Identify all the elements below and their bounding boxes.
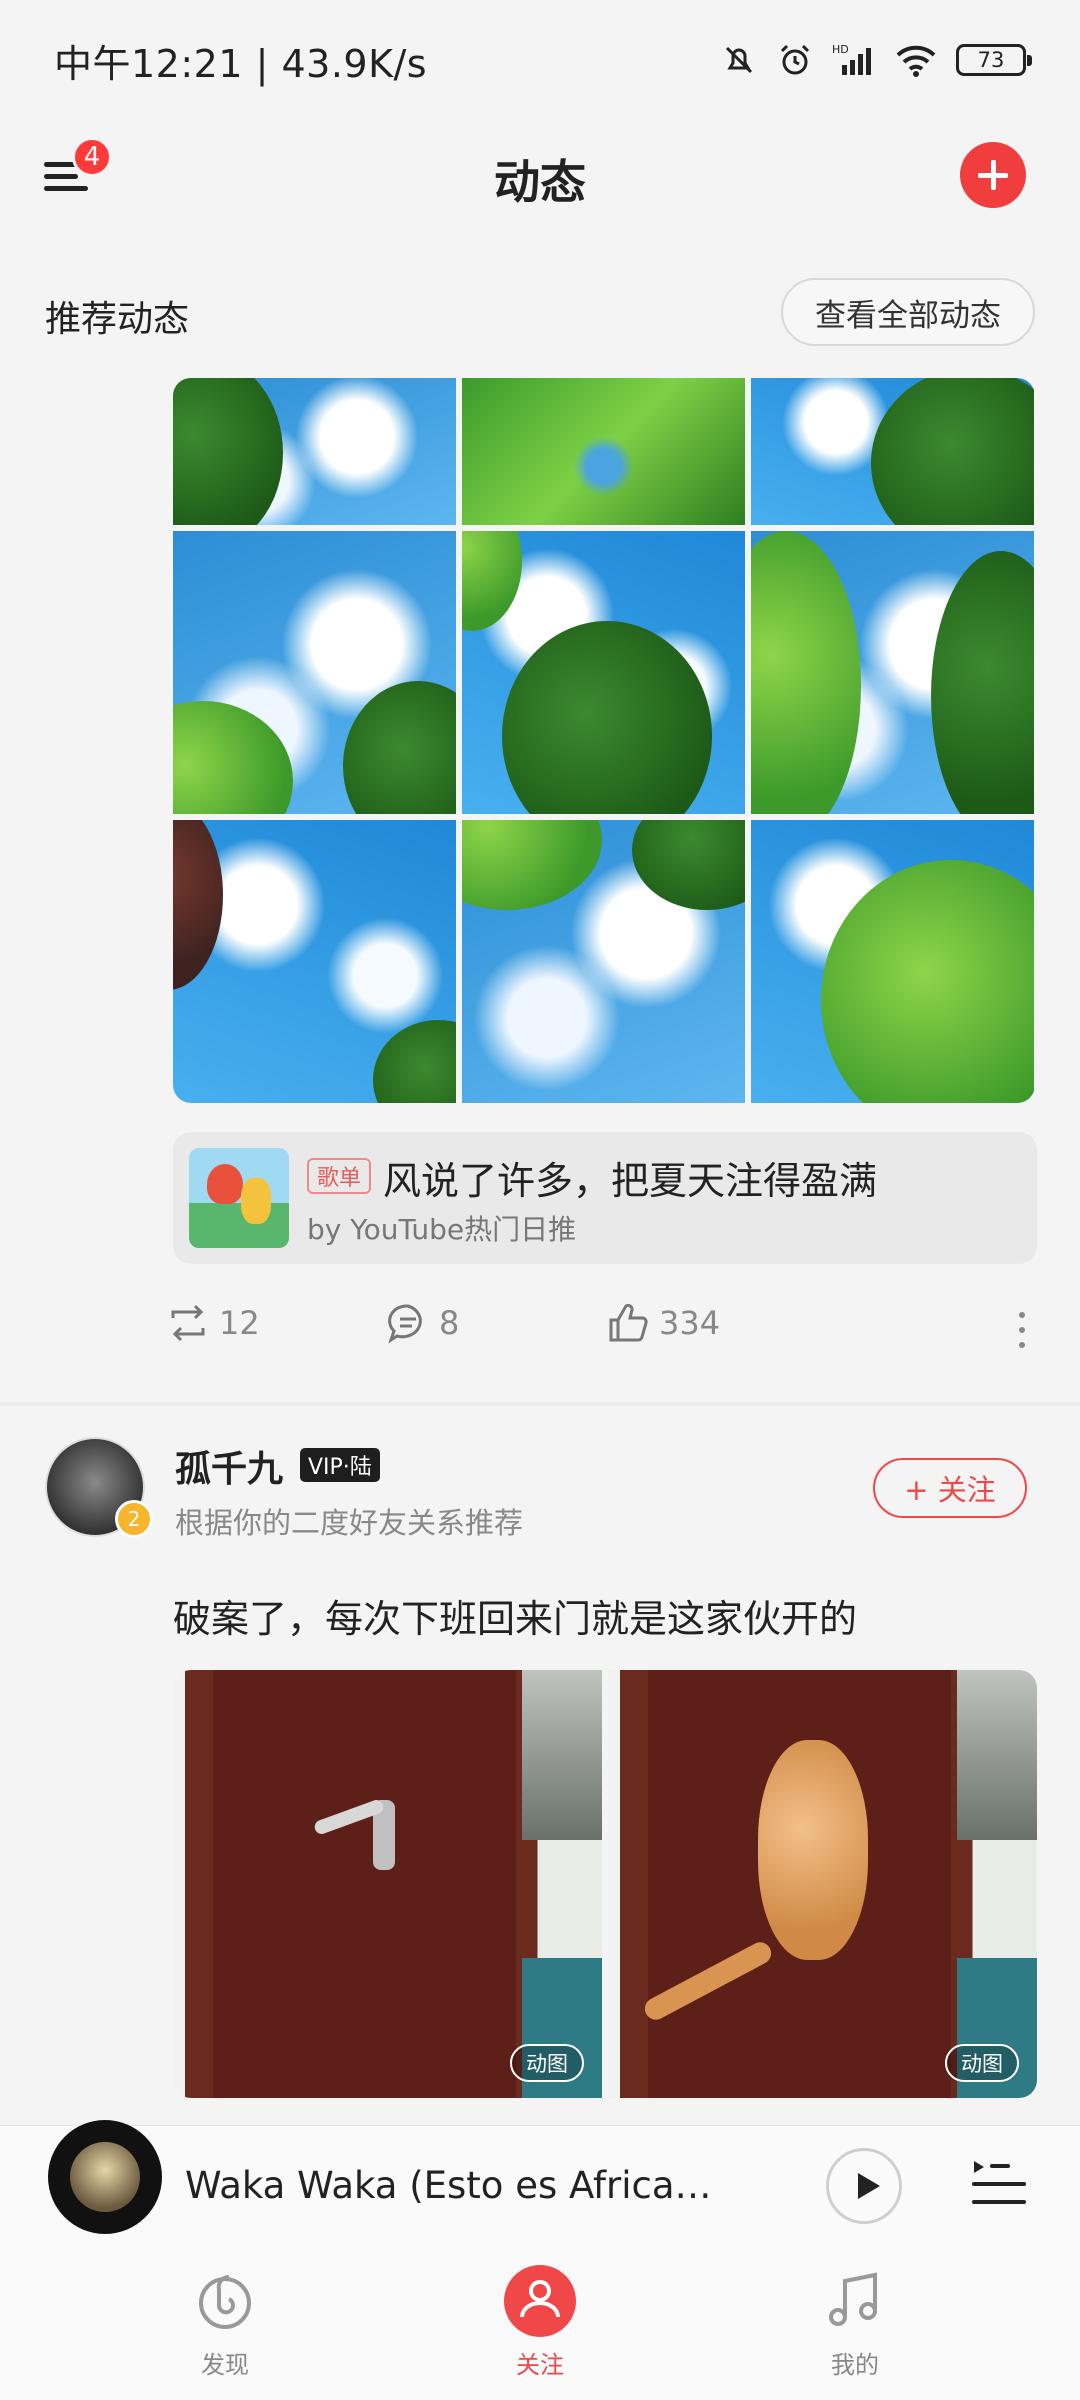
photo-item[interactable] — [462, 531, 745, 814]
photo-item[interactable] — [173, 820, 456, 1103]
album-disc[interactable] — [48, 2120, 162, 2234]
tree-shape — [821, 860, 1034, 1103]
music-note-icon — [819, 2265, 891, 2337]
tree-shape — [173, 378, 283, 525]
username[interactable]: 孤千九 — [175, 1440, 283, 1492]
battery-icon: 73 — [956, 44, 1032, 76]
divider — [0, 1402, 1080, 1406]
playlist-author: by YouTube热门日推 — [307, 1213, 577, 1246]
photo-item[interactable] — [751, 378, 1034, 525]
comment-button[interactable]: 8 — [385, 1300, 459, 1346]
post-actions: 12 8 334 — [165, 1300, 1045, 1370]
section-title: 推荐动态 — [45, 299, 190, 340]
more-icon[interactable] — [1017, 1312, 1027, 1354]
photo-item[interactable] — [173, 531, 456, 814]
status-time: 中午12:21 | 43.9K/s — [54, 41, 428, 86]
cat-tail-shape — [641, 1938, 775, 2024]
photo-item[interactable] — [462, 378, 745, 525]
photo-item[interactable]: 动图 — [608, 1670, 1037, 2098]
add-post-button[interactable] — [960, 142, 1026, 208]
photo-item[interactable] — [173, 378, 456, 525]
playlist-cover — [189, 1148, 289, 1248]
tree-shape — [462, 820, 602, 910]
like-count: 334 — [659, 1304, 721, 1342]
wifi-icon — [896, 45, 936, 77]
follow-icon — [504, 2265, 576, 2337]
photo-item[interactable] — [462, 820, 745, 1103]
gif-badge: 动图 — [510, 2044, 584, 2082]
tree-shape — [373, 1020, 456, 1103]
recommend-reason: 根据你的二度好友关系推荐 — [175, 1506, 524, 1540]
status-icons: HD 73 — [720, 41, 1032, 79]
mini-player[interactable]: Waka Waka (Esto es Africa) (… — [0, 2120, 1080, 2245]
like-button[interactable]: 334 — [605, 1300, 720, 1346]
cover-figure — [207, 1164, 243, 1204]
comment-count: 8 — [439, 1304, 460, 1342]
tree-shape — [931, 551, 1034, 814]
poster-shape — [522, 1670, 602, 1840]
tree-shape — [343, 681, 456, 814]
playlist-title: 风说了许多，把夏天注得盈满 — [383, 1159, 878, 1203]
playlist-icon[interactable] — [972, 2160, 1026, 2208]
repost-icon — [171, 1304, 205, 1342]
repost-button[interactable]: 12 — [165, 1300, 260, 1346]
nav-discover[interactable]: 发现 — [145, 2265, 305, 2380]
bottom-nav: 发现 关注 我的 — [0, 2245, 1080, 2400]
play-button[interactable] — [826, 2148, 902, 2224]
tree-shape — [502, 621, 712, 814]
playlist-card[interactable]: 歌单 风说了许多，把夏天注得盈满 by YouTube热门日推 — [173, 1132, 1037, 1264]
gif-badge: 动图 — [945, 2044, 1019, 2082]
page-title: 动态 — [494, 155, 586, 209]
alarm-icon — [780, 44, 810, 75]
thumbs-up-icon — [609, 1303, 648, 1342]
view-all-button[interactable]: 查看全部动态 — [781, 278, 1035, 346]
tree-shape — [173, 701, 293, 814]
comment-icon — [388, 1304, 422, 1344]
album-art — [70, 2142, 140, 2212]
cover-figure — [241, 1178, 271, 1224]
svg-text:HD: HD — [832, 43, 849, 56]
mute-bell-icon — [725, 46, 753, 74]
nav-label: 关注 — [516, 2351, 564, 2379]
photo-item[interactable]: 动图 — [173, 1670, 602, 2098]
post-images[interactable]: 动图 动图 — [173, 1670, 1037, 2098]
cat-shape — [758, 1740, 868, 1960]
tree-shape — [871, 378, 1034, 525]
tree-shape — [751, 531, 861, 814]
photo-grid[interactable] — [173, 378, 1035, 1103]
tree-shape — [462, 531, 522, 631]
nav-label: 发现 — [201, 2351, 249, 2379]
avatar-level-badge: 2 — [115, 1500, 153, 1538]
repost-count: 12 — [219, 1304, 260, 1342]
nav-label: 我的 — [831, 2351, 879, 2379]
header: 4 动态 — [0, 120, 1080, 230]
nav-follow[interactable]: 关注 — [460, 2265, 620, 2380]
tree-shape — [173, 820, 223, 990]
signal-icon: HD — [832, 43, 871, 75]
song-title[interactable]: Waka Waka (Esto es Africa) (… — [185, 2164, 725, 2207]
photo-item[interactable] — [751, 820, 1034, 1103]
post-text: 破案了，每次下班回来门就是这家伙开的 — [173, 1597, 858, 1641]
poster-shape — [957, 1670, 1037, 1840]
status-bar: 中午12:21 | 43.9K/s HD 73 — [0, 0, 1080, 120]
discover-icon — [189, 2265, 261, 2337]
vip-badge: VIP·陆 — [300, 1448, 380, 1482]
photo-item[interactable] — [751, 531, 1034, 814]
nav-mine[interactable]: 我的 — [775, 2265, 935, 2380]
tree-shape — [632, 820, 745, 910]
follow-button[interactable]: + 关注 — [873, 1458, 1027, 1518]
playlist-tag: 歌单 — [307, 1158, 371, 1194]
